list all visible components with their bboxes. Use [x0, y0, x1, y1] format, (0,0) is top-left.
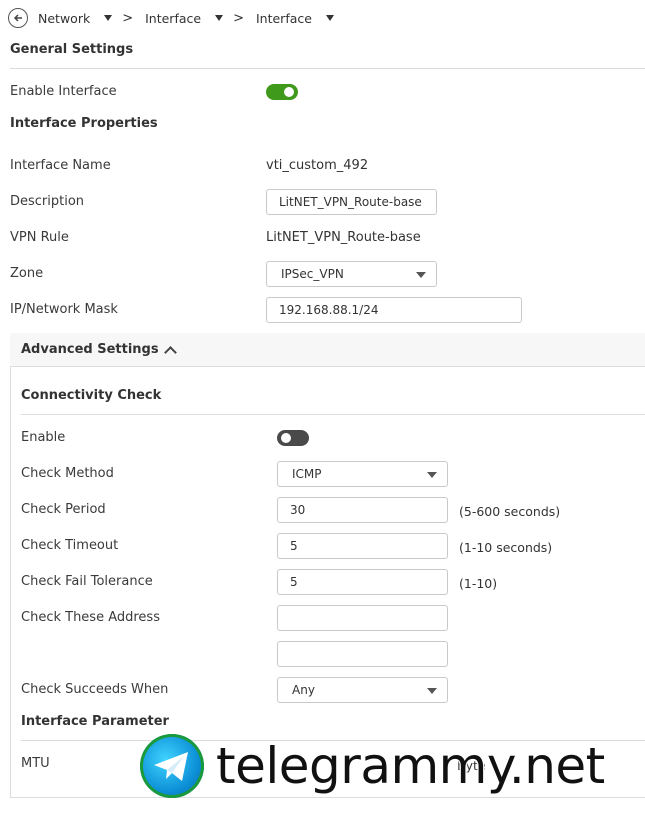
toggle-knob — [284, 87, 294, 97]
check-timeout-label: Check Timeout — [21, 538, 119, 553]
check-address-label: Check These Address — [21, 610, 160, 625]
advanced-settings-title[interactable]: Advanced Settings — [21, 342, 159, 357]
ip-mask-input[interactable]: 192.168.88.1/24 — [266, 297, 522, 323]
breadcrumb-label: Interface — [255, 10, 312, 26]
check-fail-tolerance-hint: (1-10) — [459, 576, 498, 591]
caret-down-icon[interactable] — [215, 15, 224, 21]
chevron-down-icon — [427, 472, 437, 478]
zone-select[interactable]: IPSec_VPN — [266, 261, 437, 287]
check-address-input-1[interactable] — [277, 605, 448, 631]
caret-down-icon[interactable] — [325, 15, 334, 21]
zone-selected-value: IPSec_VPN — [281, 267, 344, 281]
check-fail-tolerance-input[interactable]: 5 — [277, 569, 448, 595]
check-succeeds-select[interactable]: Any — [277, 677, 448, 703]
breadcrumb-label: Interface — [145, 10, 202, 26]
enable-interface-toggle[interactable] — [266, 84, 298, 100]
back-button[interactable] — [8, 8, 28, 28]
breadcrumb-separator: > — [233, 10, 244, 26]
description-input[interactable]: LitNET_VPN_Route-base — [266, 189, 437, 215]
connectivity-check-title: Connectivity Check — [21, 388, 162, 403]
arrow-left-icon — [13, 14, 22, 22]
breadcrumb-interface-current[interactable]: Interface — [256, 11, 334, 26]
interface-parameter-title: Interface Parameter — [21, 714, 169, 729]
divider — [10, 68, 645, 69]
breadcrumb-interface[interactable]: Interface — [145, 10, 224, 26]
description-label: Description — [10, 194, 85, 209]
vpn-rule-label: VPN Rule — [10, 230, 69, 245]
check-succeeds-label: Check Succeeds When — [21, 682, 169, 697]
divider — [21, 414, 645, 415]
toggle-knob — [281, 433, 291, 443]
caret-down-icon[interactable] — [104, 15, 113, 21]
check-succeeds-selected-value: Any — [292, 683, 315, 697]
paper-plane-icon — [154, 752, 188, 781]
check-period-hint: (5-600 seconds) — [459, 504, 561, 519]
check-address-input-2[interactable] — [277, 641, 448, 667]
breadcrumb-separator: > — [122, 10, 134, 26]
check-timeout-hint: (1-10 seconds) — [459, 540, 553, 555]
zone-label: Zone — [10, 266, 44, 281]
chevron-down-icon — [416, 272, 426, 278]
breadcrumb-network[interactable]: Network — [38, 10, 113, 26]
vpn-rule-value: LitNET_VPN_Route-base — [266, 230, 421, 245]
interface-name-value: vti_custom_492 — [266, 158, 369, 173]
chevron-down-icon — [427, 688, 437, 694]
enable-interface-label: Enable Interface — [10, 84, 117, 99]
check-method-select[interactable]: ICMP — [277, 461, 448, 487]
ip-mask-label: IP/Network Mask — [10, 302, 118, 317]
check-method-label: Check Method — [21, 466, 114, 481]
interface-properties-title: Interface Properties — [10, 116, 158, 131]
watermark: telegrammy.net — [140, 734, 606, 798]
check-method-selected-value: ICMP — [292, 467, 322, 481]
mtu-label: MTU — [21, 756, 50, 771]
connectivity-enable-label: Enable — [21, 430, 66, 445]
telegram-logo-icon — [140, 734, 204, 798]
interface-name-label: Interface Name — [10, 158, 111, 173]
watermark-text: telegrammy.net — [215, 736, 606, 796]
breadcrumb: Network > Interface > Interface — [8, 6, 334, 30]
breadcrumb-label: Network — [38, 10, 91, 26]
check-fail-tolerance-label: Check Fail Tolerance — [21, 574, 153, 589]
check-timeout-input[interactable]: 5 — [277, 533, 448, 559]
general-settings-title: General Settings — [10, 42, 134, 57]
check-period-input[interactable]: 30 — [277, 497, 448, 523]
check-period-label: Check Period — [21, 502, 106, 517]
connectivity-enable-toggle[interactable] — [277, 430, 309, 446]
